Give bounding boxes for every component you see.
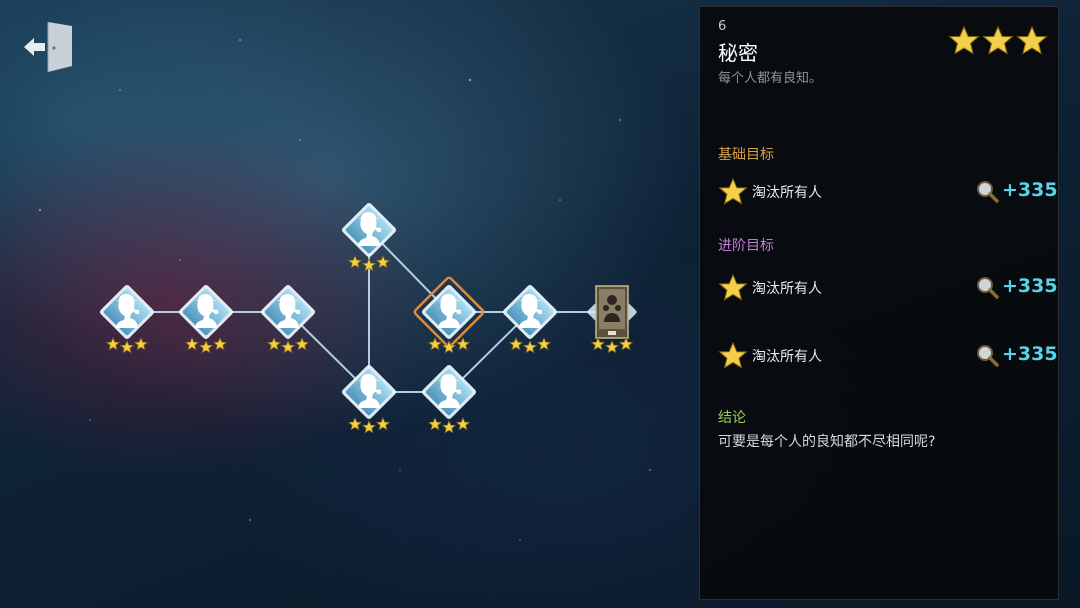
goal-star-icon: [718, 177, 748, 205]
map-node-2[interactable]: [177, 283, 235, 354]
conclusion-label: 结论: [718, 410, 746, 426]
goal-text: 淘汰所有人: [752, 185, 822, 201]
map-node-7[interactable]: [420, 363, 478, 434]
node-stars: [184, 337, 228, 354]
goal-star-icon: [718, 341, 748, 369]
rating-star-icon: [948, 25, 980, 55]
chapter-rating: [948, 25, 1048, 57]
magnifier-icon: [977, 181, 999, 203]
chapter-number: 6: [718, 19, 727, 34]
map-node-8[interactable]: [501, 283, 559, 354]
node-stars: [105, 337, 149, 354]
node-stars: [266, 337, 310, 354]
map-node-1[interactable]: [98, 283, 156, 354]
map-node-9-character-card[interactable]: [587, 285, 638, 354]
goal-text: 淘汰所有人: [752, 349, 822, 365]
chapter-description: 每个人都有良知。: [718, 71, 823, 86]
goal-star-icon: [718, 273, 748, 301]
rating-star-icon: [982, 25, 1014, 55]
basic-goal-row: 淘汰所有人 +335: [718, 177, 1058, 207]
rating-star-icon: [1016, 25, 1048, 55]
chapter-title: 秘密: [718, 41, 758, 65]
chapter-map: [98, 201, 638, 434]
map-node-3[interactable]: [259, 283, 317, 354]
node-stars: [347, 255, 391, 272]
advanced-goals-label: 进阶目标: [718, 238, 774, 254]
goal-reward: +335: [1002, 343, 1058, 365]
magnifier-icon: [977, 345, 999, 367]
node-stars: [590, 337, 634, 354]
magnifier-icon: [977, 277, 999, 299]
node-stars: [347, 417, 391, 434]
goal-reward: +335: [1002, 275, 1058, 297]
basic-goals-label: 基础目标: [718, 147, 774, 163]
advanced-goal-row: 淘汰所有人 +335: [718, 341, 1058, 371]
node-stars: [427, 417, 471, 434]
node-stars: [508, 337, 552, 354]
chapter-info-panel: 6 秘密 每个人都有良知。 基础目标 淘汰所有人 +335 进阶目标 淘汰所有人…: [699, 6, 1059, 600]
node-stars: [427, 337, 471, 354]
goal-text: 淘汰所有人: [752, 281, 822, 297]
goal-reward: +335: [1002, 179, 1058, 201]
conclusion-text: 可要是每个人的良知都不尽相同呢?: [718, 434, 936, 450]
map-node-5[interactable]: [340, 363, 398, 434]
advanced-goal-row: 淘汰所有人 +335: [718, 273, 1058, 303]
map-node-4[interactable]: [340, 201, 398, 272]
